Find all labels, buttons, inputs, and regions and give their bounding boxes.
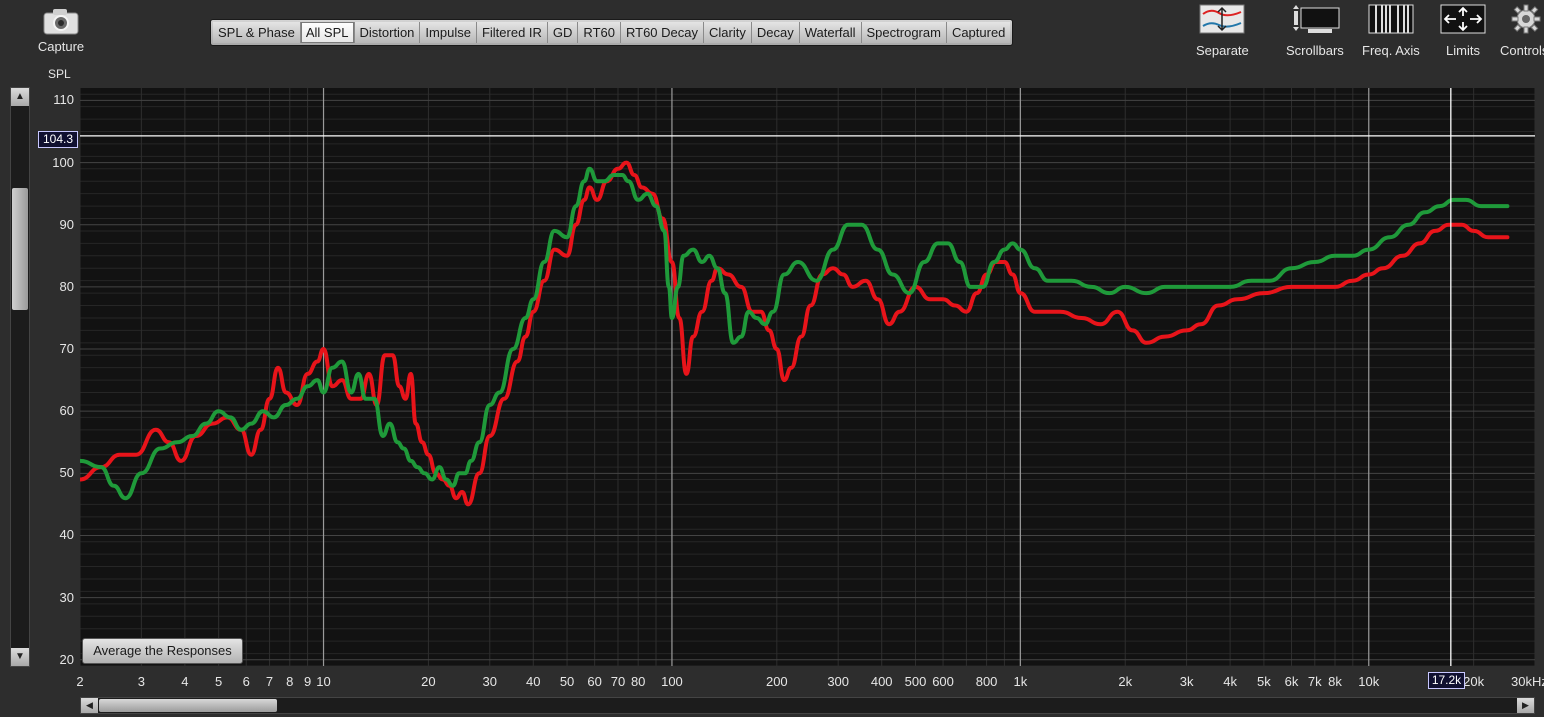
scroll-down-arrow-icon[interactable]: ▼: [11, 648, 29, 666]
x-tick-label: 5: [215, 674, 223, 689]
y-tick-label: 80: [59, 278, 74, 294]
x-tick-label: 50: [559, 674, 575, 689]
separate-label: Separate: [1196, 43, 1249, 58]
cursor-level-readout: 104.3: [38, 131, 78, 148]
y-tick-label: 110: [53, 92, 74, 108]
freq-axis-button[interactable]: Freq. Axis: [1362, 4, 1420, 58]
x-tick-label: 5k: [1257, 674, 1271, 689]
tab-rt60-decay[interactable]: RT60 Decay: [620, 22, 704, 43]
tab-distortion[interactable]: Distortion: [354, 22, 421, 43]
tab-decay[interactable]: Decay: [751, 22, 800, 43]
x-tick-label: 6k: [1284, 674, 1299, 689]
horizontal-scroll-thumb[interactable]: [99, 699, 277, 712]
capture-label: Capture: [37, 39, 85, 54]
scroll-up-arrow-icon[interactable]: ▲: [11, 88, 29, 106]
x-tick-label: 10k: [1358, 674, 1380, 689]
x-tick-label: 40: [526, 674, 541, 689]
x-tick-label: 60: [587, 674, 602, 689]
x-tick-label: 20k: [1463, 674, 1485, 689]
gear-icon: [1508, 4, 1544, 39]
y-tick-label: 30: [59, 589, 74, 605]
x-tick-label: 400: [870, 674, 893, 689]
tab-impulse[interactable]: Impulse: [420, 22, 477, 43]
limits-label: Limits: [1446, 43, 1480, 58]
x-tick-label: 30: [482, 674, 497, 689]
y-tick-label: 100: [52, 154, 74, 170]
tab-spectrogram[interactable]: Spectrogram: [861, 22, 947, 43]
y-tick-label: 50: [59, 465, 74, 481]
tab-clarity[interactable]: Clarity: [704, 22, 752, 43]
average-responses-button[interactable]: Average the Responses: [82, 638, 243, 664]
tab-spl-phase[interactable]: SPL & Phase: [213, 22, 301, 43]
red-response-trace: [80, 160, 1510, 507]
x-tick-label: 4k: [1223, 674, 1237, 689]
cursor-frequency-readout: 17.2k: [1428, 672, 1465, 689]
x-tick-label: 80: [630, 674, 646, 689]
vertical-scrollbar[interactable]: ▲ ▼: [10, 87, 30, 667]
x-tick-label: 8k: [1328, 674, 1342, 689]
x-tick-label: 70: [610, 674, 626, 689]
x-tick-label: 800: [975, 674, 998, 689]
x-tick-label: 500: [904, 674, 927, 689]
camera-icon: [42, 8, 80, 36]
y-tick-label: 60: [59, 403, 74, 419]
tab-rt60[interactable]: RT60: [578, 22, 621, 43]
x-tick-label: 7: [265, 674, 274, 689]
horizontal-scrollbar[interactable]: ◀ ▶: [80, 697, 1535, 714]
separate-icon: [1196, 4, 1249, 39]
x-tick-label: 20: [421, 674, 436, 689]
x-tick-label: 1k: [1013, 674, 1028, 689]
x-tick-label: 7k: [1307, 674, 1322, 689]
limits-icon: [1440, 4, 1486, 39]
x-tick-label: 200: [765, 674, 788, 689]
scrollbars-label: Scrollbars: [1286, 43, 1344, 58]
spl-graph-canvas: [80, 88, 1535, 666]
x-tick-label: 3k: [1179, 674, 1194, 689]
tab-all-spl[interactable]: All SPL: [300, 22, 355, 43]
y-axis-title: SPL: [48, 67, 71, 81]
controls-button[interactable]: Controls: [1500, 4, 1544, 58]
scrollbars-icon: [1286, 4, 1344, 39]
scroll-right-arrow-icon[interactable]: ▶: [1517, 698, 1534, 713]
y-tick-label: 40: [59, 527, 74, 543]
y-tick-label: 90: [59, 216, 74, 232]
scrollbars-button[interactable]: Scrollbars: [1286, 4, 1344, 58]
y-tick-label: 70: [59, 341, 74, 357]
x-tick-label: 10: [316, 674, 331, 689]
x-tick-label: 300: [827, 674, 850, 689]
limits-button[interactable]: Limits: [1440, 4, 1486, 58]
x-tick-label: 9: [303, 674, 312, 689]
y-tick-label: 20: [59, 651, 74, 667]
tab-captured[interactable]: Captured: [946, 22, 1011, 43]
spl-graph[interactable]: [80, 88, 1535, 666]
graph-tabs: SPL & Phase All SPL Distortion Impulse Filte…: [210, 19, 1014, 46]
controls-label: Controls: [1500, 43, 1544, 58]
capture-button[interactable]: Capture: [30, 4, 92, 60]
x-tick-label: 4: [181, 674, 189, 689]
tab-gd[interactable]: GD: [547, 22, 579, 43]
tab-filtered-ir[interactable]: Filtered IR: [476, 22, 548, 43]
separate-button[interactable]: Separate: [1196, 4, 1249, 58]
x-tick-label: 6: [242, 674, 250, 689]
x-tick-label: 600: [932, 674, 954, 689]
x-tick-label: 8: [286, 674, 294, 689]
vertical-scroll-thumb[interactable]: [12, 188, 28, 310]
scroll-left-arrow-icon[interactable]: ◀: [81, 698, 98, 713]
x-tick-label: 100: [661, 674, 683, 689]
x-tick-label: 30kHz: [1511, 674, 1544, 689]
app-window: Capture SPL SPL & Phase All SPL Distortion…: [0, 0, 1544, 717]
frequency-axis-icon: [1362, 4, 1420, 39]
tab-waterfall[interactable]: Waterfall: [799, 22, 862, 43]
x-tick-label: 2: [76, 674, 84, 689]
x-tick-label: 3: [137, 674, 145, 689]
x-tick-label: 2k: [1118, 674, 1133, 689]
freq-axis-label: Freq. Axis: [1362, 43, 1420, 58]
